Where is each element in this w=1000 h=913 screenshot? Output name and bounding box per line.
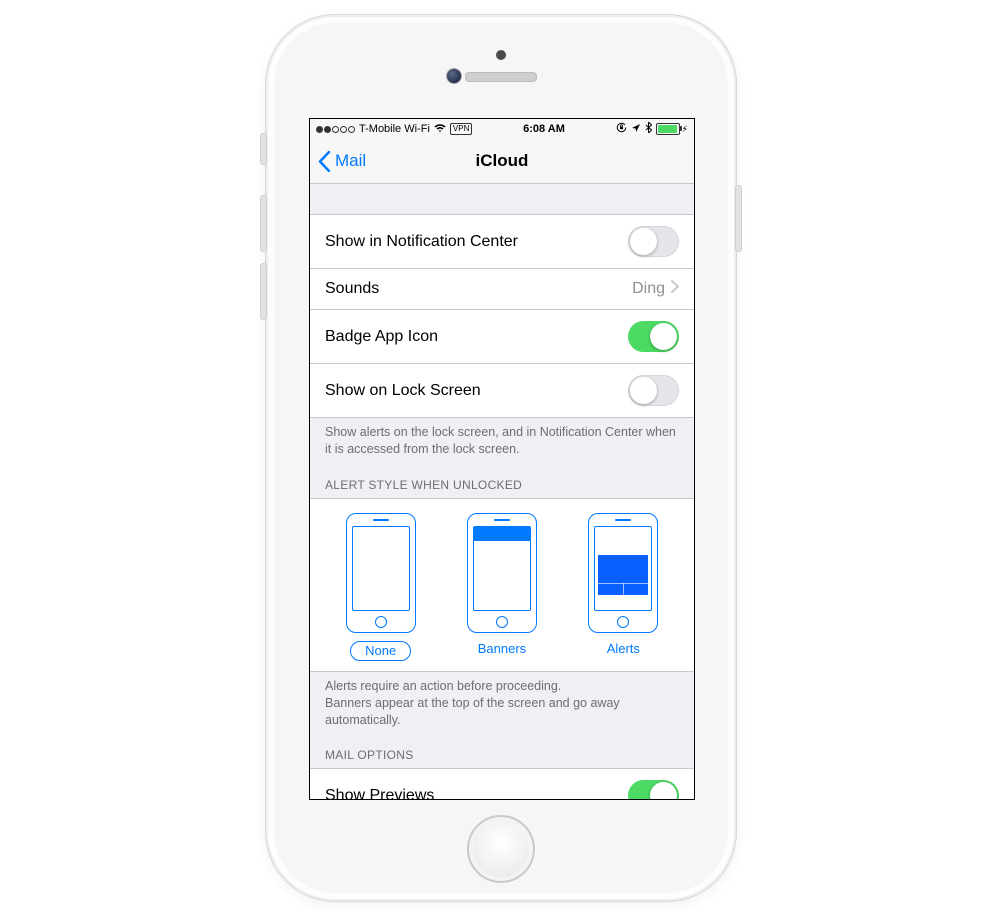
chevron-right-icon [671,280,679,298]
volume-up-button [260,195,267,252]
signal-strength-icon [316,126,355,133]
vpn-badge: VPN [450,123,472,135]
carrier-label: T-Mobile Wi-Fi [359,123,430,135]
battery-icon: ⚡︎ [656,123,688,135]
iphone-frame: T-Mobile Wi-Fi VPN 6:08 AM [265,14,737,902]
screen: T-Mobile Wi-Fi VPN 6:08 AM [309,118,695,800]
mail-options-group: Show Previews [310,768,694,800]
show-on-lock-screen-row[interactable]: Show on Lock Screen [310,363,694,417]
row-label: Show in Notification Center [325,233,518,251]
home-button[interactable] [467,815,535,883]
alert-style-picker: None Banners Alerts [310,498,694,672]
mute-switch [260,133,267,165]
alert-style-banners[interactable]: Banners [467,513,537,661]
location-icon [631,123,641,136]
chevron-left-icon [318,151,331,172]
back-label: Mail [335,151,366,171]
sounds-row[interactable]: Sounds Ding [310,268,694,309]
front-camera [446,68,462,84]
lockscreen-footer-text: Show alerts on the lock screen, and in N… [310,418,694,464]
charging-icon: ⚡︎ [682,124,688,135]
sounds-value: Ding [632,280,665,298]
badge-app-icon-toggle[interactable] [628,321,679,352]
proximity-sensor [496,50,506,60]
show-on-lockscreen-toggle[interactable] [628,375,679,406]
status-bar: T-Mobile Wi-Fi VPN 6:08 AM [310,119,694,139]
nav-bar: Mail iCloud [310,139,694,184]
alert-style-footer-text: Alerts require an action before proceedi… [310,672,694,735]
earpiece-speaker [465,72,537,82]
wifi-icon [434,123,446,136]
phone-glyph-none [346,513,416,633]
badge-app-icon-row[interactable]: Badge App Icon [310,309,694,363]
back-button[interactable]: Mail [318,139,366,183]
clock-label: 6:08 AM [523,123,565,135]
row-label: Show on Lock Screen [325,382,481,400]
notification-settings-group: Show in Notification Center Sounds Ding … [310,214,694,418]
bluetooth-icon [645,122,652,136]
alert-style-alerts[interactable]: Alerts [588,513,658,661]
alert-style-none[interactable]: None [346,513,416,661]
show-in-notification-center-row[interactable]: Show in Notification Center [310,215,694,268]
alert-style-header: ALERT STYLE WHEN UNLOCKED [310,464,694,498]
volume-down-button [260,263,267,320]
power-button [735,185,742,252]
row-label: Show Previews [325,787,434,800]
alert-style-banners-label: Banners [467,641,537,656]
alert-style-alerts-label: Alerts [588,641,658,656]
row-label: Badge App Icon [325,328,438,346]
page-title: iCloud [476,151,529,171]
mail-options-header: MAIL OPTIONS [310,734,694,768]
phone-glyph-banners [467,513,537,633]
show-previews-row[interactable]: Show Previews [310,769,694,800]
show-previews-toggle[interactable] [628,780,679,800]
show-in-nc-toggle[interactable] [628,226,679,257]
orientation-lock-icon [616,122,627,136]
alert-style-none-label: None [350,641,411,661]
phone-glyph-alerts [588,513,658,633]
row-label: Sounds [325,280,379,298]
